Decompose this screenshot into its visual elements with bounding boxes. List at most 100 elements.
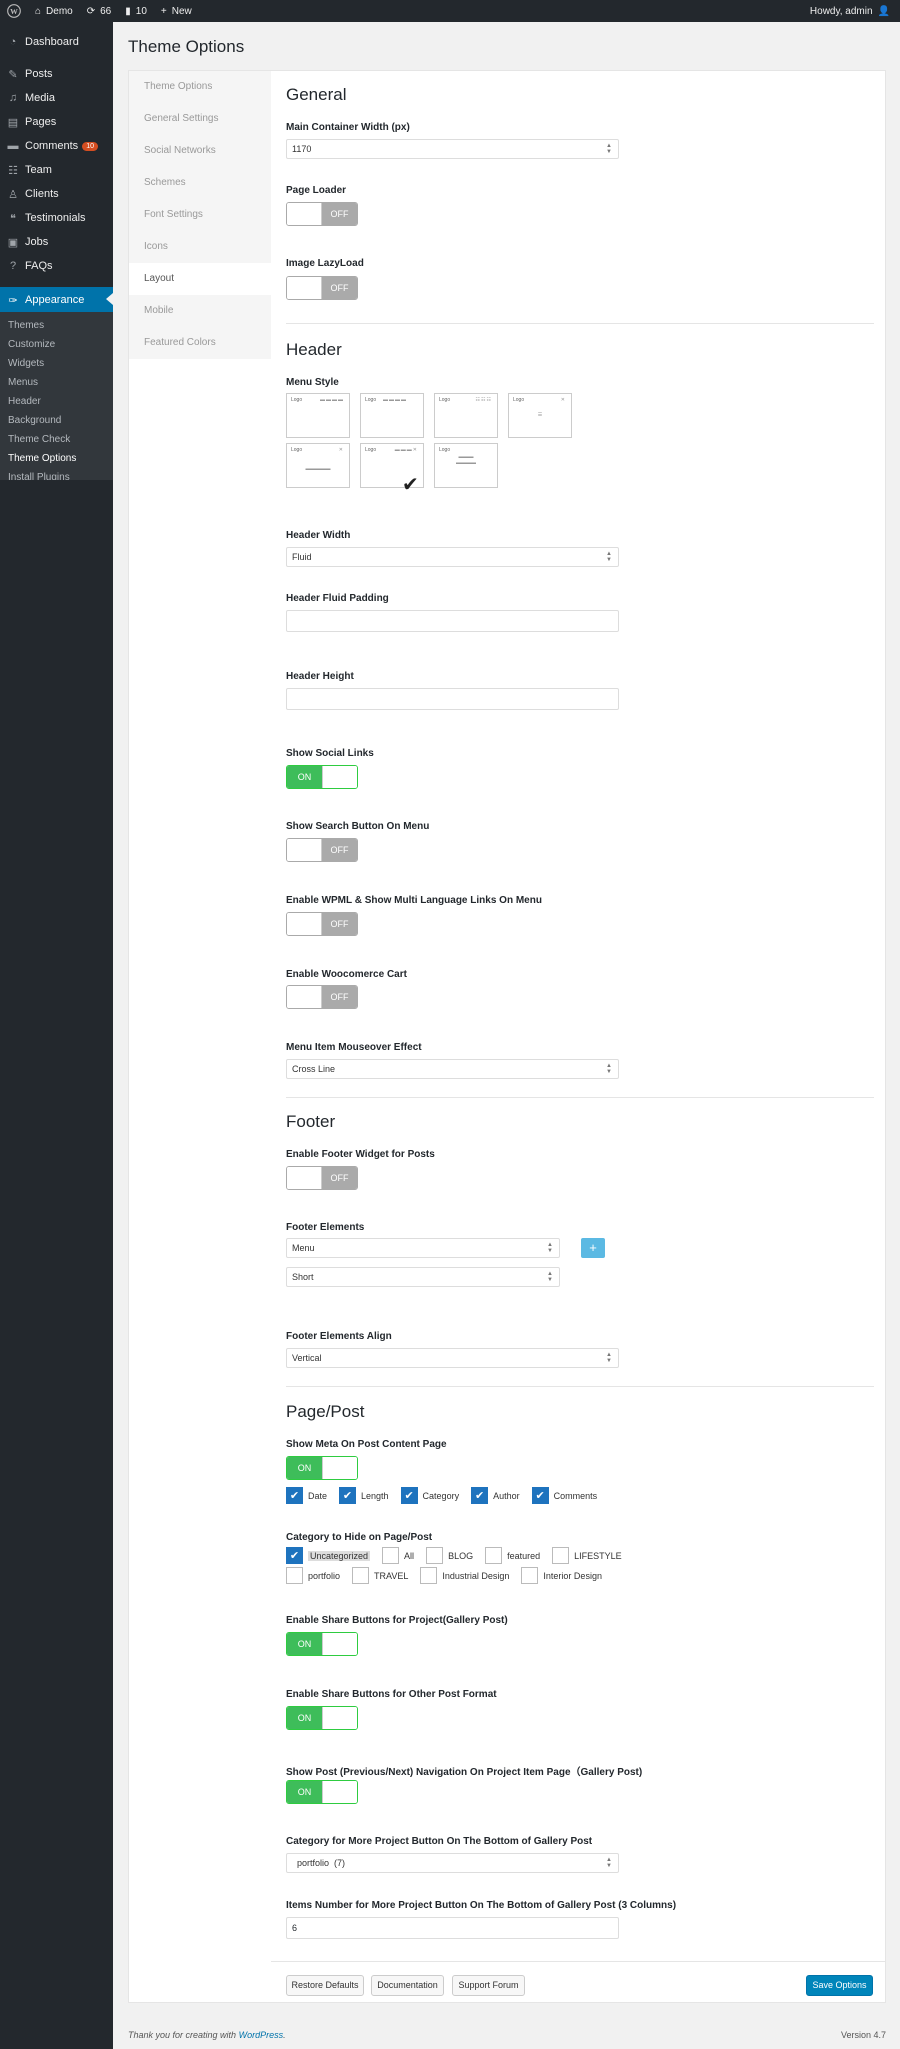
sidebar-item-media[interactable]: ♫ Media — [0, 86, 113, 110]
menu-style-option-5[interactable]: Logo ✕ ▬▬▬▬▬ — [286, 443, 350, 488]
more-category-value: portfolio (7) — [297, 1858, 346, 1868]
tab-layout[interactable]: Layout — [129, 263, 271, 295]
submenu-header[interactable]: Header — [0, 392, 113, 411]
menu-style-option-1[interactable]: Logo ▬▬▬▬ — [286, 393, 350, 438]
submenu-theme-options[interactable]: Theme Options — [0, 449, 113, 468]
documentation-button[interactable]: Documentation — [371, 1975, 444, 1996]
tab-featured-colors[interactable]: Featured Colors — [129, 327, 271, 359]
category-travel[interactable]: TRAVEL — [352, 1567, 408, 1584]
checkbox-icon — [426, 1547, 444, 1564]
search-button-toggle[interactable]: OFF — [286, 838, 358, 862]
footer-align-select[interactable]: Vertical ▲ ▼ — [286, 1348, 619, 1368]
header-height-input[interactable] — [286, 688, 619, 710]
category-industrial-design[interactable]: Industrial Design — [420, 1567, 509, 1584]
submenu-install-plugins[interactable]: Install Plugins — [0, 468, 113, 480]
sidebar-item-team[interactable]: ☷ Team — [0, 158, 113, 182]
meta-toggle[interactable]: ON — [286, 1456, 358, 1480]
sidebar-item-jobs[interactable]: ▣ Jobs — [0, 230, 113, 254]
site-name-link[interactable]: ⌂ Demo — [28, 0, 80, 22]
checkbox-icon — [352, 1567, 370, 1584]
container-width-input[interactable]: 1170 ▲ ▼ — [286, 139, 619, 159]
tab-schemes[interactable]: Schemes — [129, 167, 271, 199]
footer-widget-toggle[interactable]: OFF — [286, 1166, 358, 1190]
updates-link[interactable]: ⟳ 66 — [80, 0, 119, 22]
save-options-button[interactable]: Save Options — [806, 1975, 873, 1996]
new-content-link[interactable]: + New — [154, 0, 199, 22]
mouseover-select[interactable]: Cross Line ▲ ▼ — [286, 1059, 619, 1079]
post-navigation-toggle[interactable]: ON — [286, 1780, 358, 1804]
submenu-background[interactable]: Background — [0, 411, 113, 430]
meta-option-comments[interactable]: ✔ Comments — [531, 1487, 597, 1504]
restore-defaults-button[interactable]: Restore Defaults — [286, 1975, 364, 1996]
submenu-theme-check[interactable]: Theme Check — [0, 430, 113, 449]
category-interior-design[interactable]: Interior Design — [521, 1567, 602, 1584]
sidebar-item-clients[interactable]: ♙ Clients — [0, 182, 113, 206]
new-label: New — [171, 5, 192, 17]
checkbox-icon — [552, 1547, 570, 1564]
category-all[interactable]: All — [382, 1547, 414, 1564]
menu-close-icon: ✕ — [560, 397, 566, 403]
menu-style-label: Menu Style — [286, 377, 339, 388]
meta-option-length[interactable]: ✔ Length — [339, 1487, 389, 1504]
checkbox-icon — [485, 1547, 503, 1564]
menu-style-option-6[interactable]: Logo ▬▬▬✕ ✔ — [360, 443, 424, 496]
sidebar-item-pages[interactable]: ▤ Pages — [0, 110, 113, 134]
fluid-padding-input[interactable] — [286, 610, 619, 632]
menu-style-option-7[interactable]: Logo ▬▬▬ ▬▬▬▬ — [434, 443, 498, 488]
share-other-toggle[interactable]: ON — [286, 1706, 358, 1730]
more-category-select[interactable]: portfolio (7) ▲ ▼ — [286, 1853, 619, 1873]
menu-style-option-4[interactable]: Logo ✕ ☰ — [508, 393, 572, 438]
tab-mobile[interactable]: Mobile — [129, 295, 271, 327]
page-loader-toggle[interactable]: OFF — [286, 202, 358, 226]
updates-count: 66 — [100, 5, 112, 17]
add-footer-element-button[interactable]: + — [581, 1238, 605, 1258]
comments-link[interactable]: ▮ 10 — [118, 0, 154, 22]
sidebar-item-comments[interactable]: ▬ Comments 10 — [0, 134, 113, 158]
woo-cart-toggle[interactable]: OFF — [286, 985, 358, 1009]
category-portfolio[interactable]: portfolio — [286, 1567, 340, 1584]
items-number-input[interactable]: 6 — [286, 1917, 619, 1939]
wordpress-logo-icon[interactable]: W — [0, 0, 28, 22]
category-lifestyle[interactable]: LIFESTYLE — [552, 1547, 622, 1564]
submenu-widgets[interactable]: Widgets — [0, 354, 113, 373]
submenu-themes[interactable]: Themes — [0, 316, 113, 335]
sidebar-item-testimonials[interactable]: ❝ Testimonials — [0, 206, 113, 230]
share-project-toggle[interactable]: ON — [286, 1632, 358, 1656]
meta-option-date[interactable]: ✔ Date — [286, 1487, 327, 1504]
sidebar-item-dashboard[interactable]: ◔ Dashboard — [0, 30, 113, 54]
header-width-select[interactable]: Fluid ▲ ▼ — [286, 547, 619, 567]
submenu-menus[interactable]: Menus — [0, 373, 113, 392]
select-arrows-icon: ▲ ▼ — [606, 551, 612, 563]
checkbox-icon — [286, 1567, 303, 1584]
comment-icon: ▬ — [7, 140, 19, 152]
sidebar-item-appearance[interactable]: ✑ Appearance — [0, 287, 113, 313]
menu-style-option-3[interactable]: Logo ☷☷☷ — [434, 393, 498, 438]
lazyload-toggle[interactable]: OFF — [286, 276, 358, 300]
wordpress-link[interactable]: WordPress — [239, 2030, 284, 2040]
submenu-customize[interactable]: Customize — [0, 335, 113, 354]
wpml-toggle[interactable]: OFF — [286, 912, 358, 936]
sidebar-item-posts[interactable]: ✎ Posts — [0, 62, 113, 86]
category-blog[interactable]: BLOG — [426, 1547, 473, 1564]
toggle-knob — [287, 839, 323, 861]
meta-option-category[interactable]: ✔ Category — [400, 1487, 459, 1504]
category-uncategorized[interactable]: ✔ Uncategorized — [286, 1547, 371, 1564]
support-forum-button[interactable]: Support Forum — [452, 1975, 525, 1996]
tab-icons[interactable]: Icons — [129, 231, 271, 263]
footer-element-select-1[interactable]: Menu ▲ ▼ — [286, 1238, 560, 1258]
tab-theme-options[interactable]: Theme Options — [129, 71, 271, 103]
social-links-toggle[interactable]: ON — [286, 765, 358, 789]
section-title-header: Header — [286, 340, 342, 359]
menu-style-option-2[interactable]: Logo ▬▬▬▬ — [360, 393, 424, 438]
category-featured[interactable]: featured — [485, 1547, 540, 1564]
my-account-link[interactable]: Howdy, admin 👤 — [803, 0, 900, 22]
footer-element-select-2[interactable]: Short ▲ ▼ — [286, 1267, 560, 1287]
header-width-value: Fluid — [292, 552, 312, 562]
option-label: Length — [361, 1490, 389, 1501]
toggle-knob — [321, 1781, 357, 1803]
tab-font-settings[interactable]: Font Settings — [129, 199, 271, 231]
meta-option-author[interactable]: ✔ Author — [471, 1487, 520, 1504]
tab-general-settings[interactable]: General Settings — [129, 103, 271, 135]
sidebar-item-faqs[interactable]: ? FAQs — [0, 254, 113, 278]
tab-social-networks[interactable]: Social Networks — [129, 135, 271, 167]
